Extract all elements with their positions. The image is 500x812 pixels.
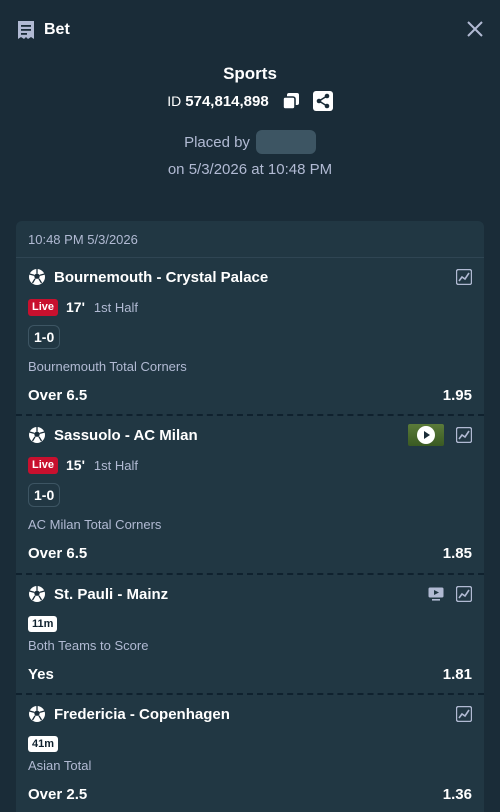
live-stream-thumbnail[interactable] <box>408 424 444 446</box>
match-name[interactable]: Sassuolo - AC Milan <box>54 427 408 444</box>
odds: 1.85 <box>442 544 472 562</box>
card-timestamp: 10:48 PM 5/3/2026 <box>16 221 484 258</box>
share-icon[interactable] <box>312 91 333 111</box>
match-period: 1st Half <box>93 299 138 315</box>
tv-icon[interactable] <box>428 586 444 602</box>
odds: 1.36 <box>442 785 472 803</box>
id-label: ID <box>167 93 182 109</box>
play-icon <box>417 426 435 444</box>
receipt-icon <box>18 21 34 39</box>
stats-icon[interactable] <box>456 269 472 285</box>
stats-icon[interactable] <box>456 706 472 722</box>
match-minute: 17' <box>66 299 85 315</box>
live-badge: Live <box>28 298 59 316</box>
hidden-username <box>255 130 316 154</box>
bet-id-row: ID 574,814,898 <box>0 90 500 112</box>
sport-title: Sports <box>223 64 277 83</box>
stats-icon[interactable] <box>456 427 472 443</box>
soccer-ball-icon <box>28 705 46 723</box>
bet-leg: St. Pauli - Mainz 11m Both Teams to Scor… <box>16 575 484 695</box>
market-name: Asian Total <box>28 758 92 773</box>
bet-id-value: 574,814,898 <box>185 92 269 110</box>
time-badge: 11m <box>28 616 58 632</box>
bet-leg: Fredericia - Copenhagen 41m Asian Total … <box>16 695 484 812</box>
selection: Over 6.5 <box>28 544 88 562</box>
selection: Over 6.5 <box>28 386 88 404</box>
match-period: 1st Half <box>93 457 138 473</box>
bet-title: Bet <box>44 21 70 38</box>
bet-leg: Sassuolo - AC Milan Live 15' 1st Half 1-… <box>16 416 484 575</box>
score: 1-0 <box>28 483 61 507</box>
selection: Over 2.5 <box>28 785 88 803</box>
soccer-ball-icon <box>28 426 46 444</box>
bet-summary: Sports ID 574,814,898 Placed by on 5/3/2… <box>0 62 500 182</box>
bet-header: Bet <box>0 0 500 60</box>
close-icon[interactable] <box>466 20 484 38</box>
match-name[interactable]: St. Pauli - Mainz <box>54 586 428 603</box>
score: 1-0 <box>28 325 61 349</box>
market-name: Both Teams to Score <box>28 638 149 653</box>
placed-by-label: Placed by <box>184 133 250 151</box>
live-badge: Live <box>28 456 59 474</box>
match-name[interactable]: Bournemouth - Crystal Palace <box>54 269 456 286</box>
market-name: AC Milan Total Corners <box>28 517 162 532</box>
match-name[interactable]: Fredericia - Copenhagen <box>54 706 456 723</box>
stats-icon[interactable] <box>456 586 472 602</box>
selection: Yes <box>28 665 54 683</box>
placed-date: on 5/3/2026 at 10:48 PM <box>167 161 333 178</box>
placed-by-row: Placed by <box>0 130 500 154</box>
bet-card: 10:48 PM 5/3/2026 Bournemouth - Crystal … <box>16 221 484 812</box>
soccer-ball-icon <box>28 585 46 603</box>
odds: 1.81 <box>442 665 472 683</box>
odds: 1.95 <box>442 386 472 404</box>
bet-leg: Bournemouth - Crystal Palace Live 17' 1s… <box>16 258 484 416</box>
market-name: Bournemouth Total Corners <box>28 359 187 374</box>
soccer-ball-icon <box>28 268 46 286</box>
match-minute: 15' <box>66 457 85 473</box>
time-badge: 41m <box>28 736 59 752</box>
copy-icon[interactable] <box>281 91 301 111</box>
